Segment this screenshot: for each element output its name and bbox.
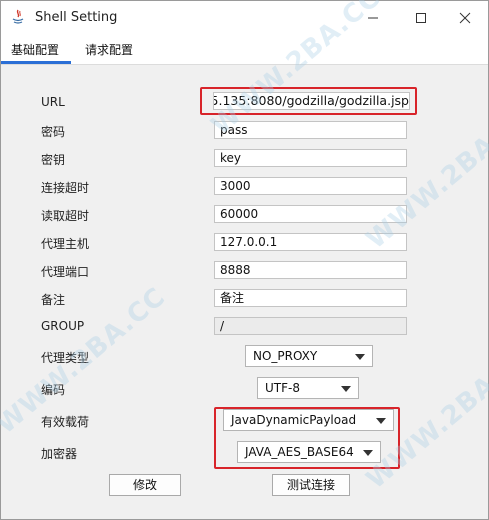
maximize-button[interactable]	[401, 1, 441, 34]
window-title: Shell Setting	[35, 10, 118, 25]
chevron-down-icon	[376, 418, 386, 424]
minimize-button[interactable]	[353, 1, 393, 34]
secret-key-label: 密钥	[41, 153, 66, 167]
group-label: GROUP	[41, 319, 85, 333]
url-label: URL	[41, 95, 65, 109]
encoding-select[interactable]: UTF-8	[257, 377, 359, 399]
cryption-label: 加密器	[41, 447, 78, 461]
basic-config-panel: URL http://10.211.55.135:8080/godzilla/g…	[2, 65, 488, 519]
chevron-down-icon	[341, 386, 351, 392]
proxy-type-select[interactable]: NO_PROXY	[245, 345, 373, 367]
password-input[interactable]: pass	[214, 121, 407, 139]
modify-button[interactable]: 修改	[109, 474, 181, 496]
encoding-value: UTF-8	[265, 381, 300, 395]
encoding-label: 编码	[41, 383, 66, 397]
chevron-down-icon	[355, 354, 365, 360]
cryption-value: JAVA_AES_BASE64	[245, 445, 354, 459]
proxy-host-label: 代理主机	[41, 237, 90, 251]
maximize-icon	[416, 12, 426, 23]
url-input[interactable]: http://10.211.55.135:8080/godzilla/godzi…	[213, 92, 410, 110]
proxy-port-label: 代理端口	[41, 265, 90, 279]
payload-label: 有效载荷	[41, 415, 90, 429]
cryption-select[interactable]: JAVA_AES_BASE64	[237, 441, 381, 463]
read-timeout-label: 读取超时	[41, 209, 90, 223]
connect-timeout-label: 连接超时	[41, 181, 90, 195]
minimize-icon	[368, 17, 378, 18]
tab-basic-config[interactable]: 基础配置	[11, 41, 59, 58]
title-bar: Shell Setting	[1, 1, 488, 34]
proxy-host-input[interactable]: 127.0.0.1	[214, 233, 407, 251]
proxy-type-value: NO_PROXY	[253, 349, 318, 363]
read-timeout-input[interactable]: 60000	[214, 205, 407, 223]
password-label: 密码	[41, 125, 66, 139]
proxy-port-input[interactable]: 8888	[214, 261, 407, 279]
close-button[interactable]	[445, 1, 485, 34]
chevron-down-icon	[363, 450, 373, 456]
remark-label: 备注	[41, 293, 66, 307]
group-input: /	[214, 317, 407, 335]
tab-request-config[interactable]: 请求配置	[85, 41, 133, 58]
payload-value: JavaDynamicPayload	[231, 413, 357, 427]
active-tab-indicator	[1, 61, 71, 64]
test-connection-button[interactable]: 测试连接	[272, 474, 350, 496]
connect-timeout-input[interactable]: 3000	[214, 177, 407, 195]
remark-input[interactable]: 备注	[214, 289, 407, 307]
payload-select[interactable]: JavaDynamicPayload	[223, 409, 394, 431]
tab-bar: 基础配置 请求配置	[1, 34, 488, 65]
close-icon	[459, 12, 471, 23]
secret-key-input[interactable]: key	[214, 149, 407, 167]
java-app-icon	[12, 9, 24, 24]
proxy-type-label: 代理类型	[41, 351, 90, 365]
shell-setting-window: Shell Setting 基础配置 请求配置 URL http://10.21…	[0, 0, 489, 520]
